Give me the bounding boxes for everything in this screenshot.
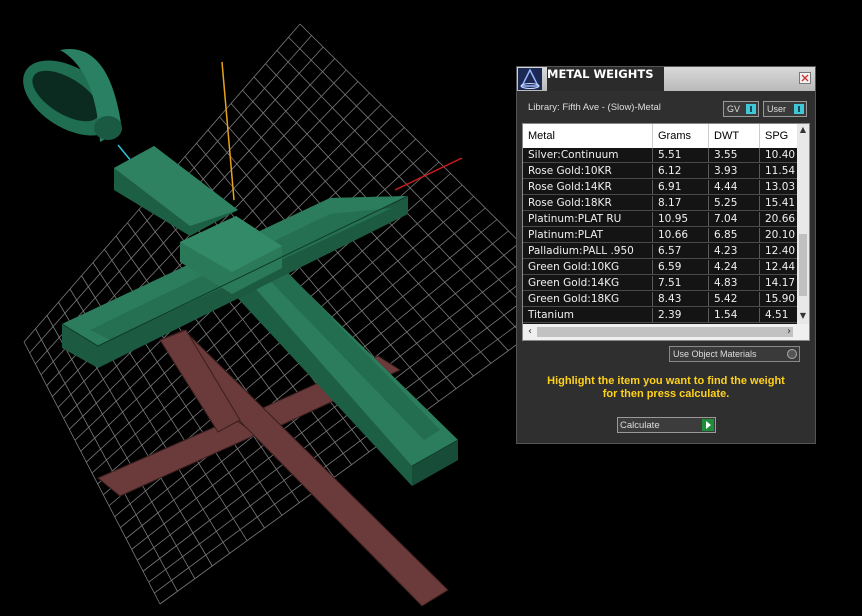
scroll-up-icon[interactable]: ▲ <box>798 124 808 136</box>
cell-dwt: 4.24 <box>709 260 760 275</box>
cell-dwt: 3.93 <box>709 164 760 179</box>
cell-dwt: 4.23 <box>709 244 760 259</box>
horizontal-scroll-thumb[interactable] <box>537 327 793 337</box>
cell-grams: 8.17 <box>653 196 709 211</box>
cell-metal: Rose Gold:18KR <box>523 196 653 211</box>
cell-grams: 5.51 <box>653 148 709 163</box>
use-object-materials-label: Use Object Materials <box>673 349 757 359</box>
cell-grams: 6.57 <box>653 244 709 259</box>
scroll-down-icon[interactable]: ▼ <box>798 310 808 322</box>
cell-spg: 20.10 <box>760 228 800 243</box>
table-row[interactable]: Palladium:PALL .950 6.57 4.23 12.40 <box>523 244 800 260</box>
cell-dwt: 5.25 <box>709 196 760 211</box>
cell-dwt: 1.54 <box>709 308 760 323</box>
user-toggle-label: User <box>767 104 787 114</box>
cell-spg: 11.54 <box>760 164 800 179</box>
toggle-on-icon <box>746 104 756 114</box>
cell-spg: 12.40 <box>760 244 800 259</box>
cell-metal: Titanium <box>523 308 653 323</box>
radio-icon[interactable] <box>787 349 797 359</box>
table-row[interactable]: Platinum:PLAT RU 10.95 7.04 20.66 <box>523 212 800 228</box>
cell-spg: 4.51 <box>760 308 800 323</box>
table-row[interactable]: Titanium 2.39 1.54 4.51 <box>523 308 800 324</box>
column-header-spg[interactable]: SPG <box>760 124 800 148</box>
table-row[interactable]: Green Gold:18KG 8.43 5.42 15.90 <box>523 292 800 308</box>
user-toggle[interactable]: User <box>763 101 807 117</box>
horizontal-scrollbar[interactable]: ‹ › <box>523 324 809 340</box>
cell-metal: Green Gold:18KG <box>523 292 653 307</box>
column-header-grams[interactable]: Grams <box>653 124 709 148</box>
vertical-scroll-thumb[interactable] <box>799 234 807 296</box>
bail-model <box>23 49 122 142</box>
close-button[interactable] <box>799 72 811 84</box>
vertical-scrollbar[interactable]: ▲ ▼ <box>797 124 809 324</box>
library-label: Library: Fifth Ave - (Slow)-Metal <box>528 102 661 113</box>
cell-dwt: 3.55 <box>709 148 760 163</box>
cell-dwt: 7.04 <box>709 212 760 227</box>
instruction-line-2: for then press calculate. <box>602 388 730 400</box>
panel-titlebar[interactable]: METAL WEIGHTS <box>517 67 815 91</box>
cell-metal: Platinum:PLAT <box>523 228 653 243</box>
instruction-text: Highlight the item you want to find the … <box>517 375 815 401</box>
column-header-dwt[interactable]: DWT <box>709 124 760 148</box>
table-row[interactable]: Rose Gold:10KR 6.12 3.93 11.54 <box>523 164 800 180</box>
table-row[interactable]: Rose Gold:14KR 6.91 4.44 13.03 <box>523 180 800 196</box>
cell-spg: 12.44 <box>760 260 800 275</box>
cell-grams: 10.66 <box>653 228 709 243</box>
cell-metal: Palladium:PALL .950 <box>523 244 653 259</box>
panel-title: METAL WEIGHTS <box>547 67 654 81</box>
cell-grams: 6.59 <box>653 260 709 275</box>
cell-spg: 15.90 <box>760 292 800 307</box>
app-logo-icon <box>518 68 542 90</box>
metal-weights-panel: METAL WEIGHTS Library: Fifth Ave - (Slow… <box>516 66 816 444</box>
calculate-button[interactable]: Calculate <box>617 417 716 433</box>
cell-dwt: 5.42 <box>709 292 760 307</box>
cell-metal: Silver:Continuum <box>523 148 653 163</box>
cell-metal: Green Gold:10KG <box>523 260 653 275</box>
toggle-on-icon <box>794 104 804 114</box>
scroll-left-icon[interactable]: ‹ <box>524 326 536 338</box>
table-header: Metal Grams DWT SPG <box>523 124 800 148</box>
gv-toggle[interactable]: GV <box>723 101 759 117</box>
cell-spg: 10.40 <box>760 148 800 163</box>
close-icon <box>801 74 809 82</box>
gv-toggle-label: GV <box>727 104 741 114</box>
cell-metal: Green Gold:14KG <box>523 276 653 291</box>
x-axis-line <box>394 157 463 191</box>
cell-grams: 10.95 <box>653 212 709 227</box>
cell-grams: 7.51 <box>653 276 709 291</box>
cell-grams: 8.43 <box>653 292 709 307</box>
table-row[interactable]: Rose Gold:18KR 8.17 5.25 15.41 <box>523 196 800 212</box>
cell-spg: 14.17 <box>760 276 800 291</box>
table-row[interactable]: Green Gold:14KG 7.51 4.83 14.17 <box>523 276 800 292</box>
cell-metal: Platinum:PLAT RU <box>523 212 653 227</box>
cell-grams: 6.91 <box>653 180 709 195</box>
play-arrow-icon <box>702 419 714 431</box>
cell-spg: 15.41 <box>760 196 800 211</box>
cell-dwt: 4.44 <box>709 180 760 195</box>
cell-grams: 2.39 <box>653 308 709 323</box>
cell-spg: 13.03 <box>760 180 800 195</box>
cell-metal: Rose Gold:10KR <box>523 164 653 179</box>
cell-spg: 20.66 <box>760 212 800 227</box>
use-object-materials-option[interactable]: Use Object Materials <box>669 346 800 362</box>
table-row[interactable]: Silver:Continuum 5.51 3.55 10.40 <box>523 148 800 164</box>
table-row[interactable]: Green Gold:10KG 6.59 4.24 12.44 <box>523 260 800 276</box>
cell-dwt: 6.85 <box>709 228 760 243</box>
cell-grams: 6.12 <box>653 164 709 179</box>
scroll-right-icon[interactable]: › <box>783 326 795 338</box>
calculate-label: Calculate <box>620 420 660 431</box>
cell-metal: Rose Gold:14KR <box>523 180 653 195</box>
table-row[interactable]: Platinum:PLAT 10.66 6.85 20.10 <box>523 228 800 244</box>
column-header-metal[interactable]: Metal <box>523 124 653 148</box>
instruction-line-1: Highlight the item you want to find the … <box>547 375 785 387</box>
metal-table: Metal Grams DWT SPG Silver:Continuum 5.51… <box>522 123 810 341</box>
cell-dwt: 4.83 <box>709 276 760 291</box>
